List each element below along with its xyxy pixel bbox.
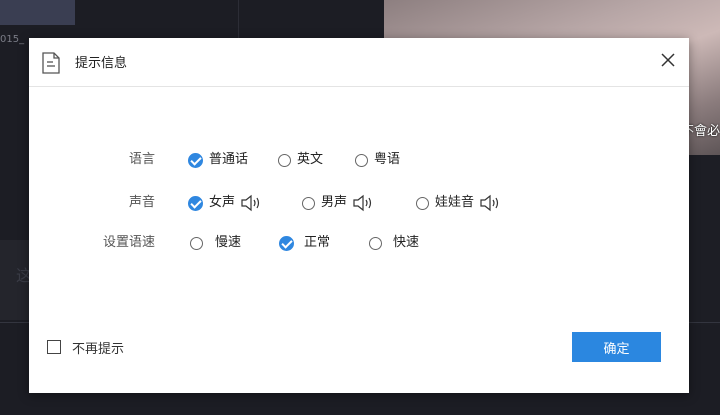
- language-label: 语言: [128, 152, 155, 167]
- background-thumbnail: [0, 0, 75, 25]
- radio-checked[interactable]: [188, 195, 203, 211]
- option-label: 粤语: [374, 152, 401, 167]
- prompt-dialog: 提示信息 语言 普通话 英文 粤语 声音 女声 男声 娃娃音 设置语速 慢速 正…: [29, 38, 689, 393]
- radio-checked[interactable]: [188, 152, 203, 168]
- document-icon: [42, 52, 60, 74]
- radio-checked[interactable]: [279, 235, 294, 251]
- option-label: 普通话: [209, 152, 249, 167]
- language-option-english[interactable]: 英文: [278, 149, 323, 171]
- option-label: 女声: [209, 195, 236, 210]
- dont-remind-checkbox[interactable]: [47, 340, 61, 354]
- option-label: 正常: [304, 235, 331, 250]
- radio-unchecked[interactable]: [278, 153, 291, 167]
- radio-unchecked[interactable]: [302, 196, 315, 210]
- voice-option-male[interactable]: 男声: [302, 192, 375, 214]
- voice-label: 声音: [128, 195, 155, 210]
- language-row: 语言 普通话 英文 粤语: [29, 149, 689, 171]
- background-filename: 015_: [0, 34, 25, 45]
- close-icon[interactable]: [659, 51, 677, 69]
- speed-option-normal[interactable]: 正常: [279, 232, 330, 254]
- speaker-icon[interactable]: [480, 194, 502, 212]
- radio-unchecked[interactable]: [369, 236, 382, 250]
- option-label: 男声: [321, 195, 348, 210]
- confirm-button[interactable]: 确定: [572, 332, 661, 362]
- speed-label: 设置语速: [102, 235, 155, 250]
- dont-remind-label: 不再提示: [72, 342, 125, 357]
- speaker-icon[interactable]: [241, 194, 263, 212]
- dialog-title: 提示信息: [75, 56, 128, 71]
- voice-row: 声音 女声 男声 娃娃音: [29, 192, 689, 214]
- speaker-icon[interactable]: [353, 194, 375, 212]
- speed-row: 设置语速 慢速 正常 快速: [29, 232, 689, 254]
- radio-unchecked[interactable]: [190, 236, 203, 250]
- language-option-mandarin[interactable]: 普通话: [188, 149, 248, 171]
- voice-option-child[interactable]: 娃娃音: [416, 192, 502, 214]
- voice-option-female[interactable]: 女声: [188, 192, 263, 214]
- language-option-cantonese[interactable]: 粤语: [355, 149, 400, 171]
- background-right-panel: [688, 155, 720, 325]
- option-label: 英文: [297, 152, 324, 167]
- radio-unchecked[interactable]: [355, 153, 368, 167]
- option-label: 娃娃音: [435, 195, 475, 210]
- speed-option-fast[interactable]: 快速: [369, 232, 419, 254]
- option-label: 快速: [393, 235, 420, 250]
- radio-unchecked[interactable]: [416, 196, 429, 210]
- dialog-title-bar: 提示信息: [29, 38, 689, 87]
- speed-option-slow[interactable]: 慢速: [190, 232, 241, 254]
- option-label: 慢速: [215, 235, 242, 250]
- background-divider: [238, 0, 239, 40]
